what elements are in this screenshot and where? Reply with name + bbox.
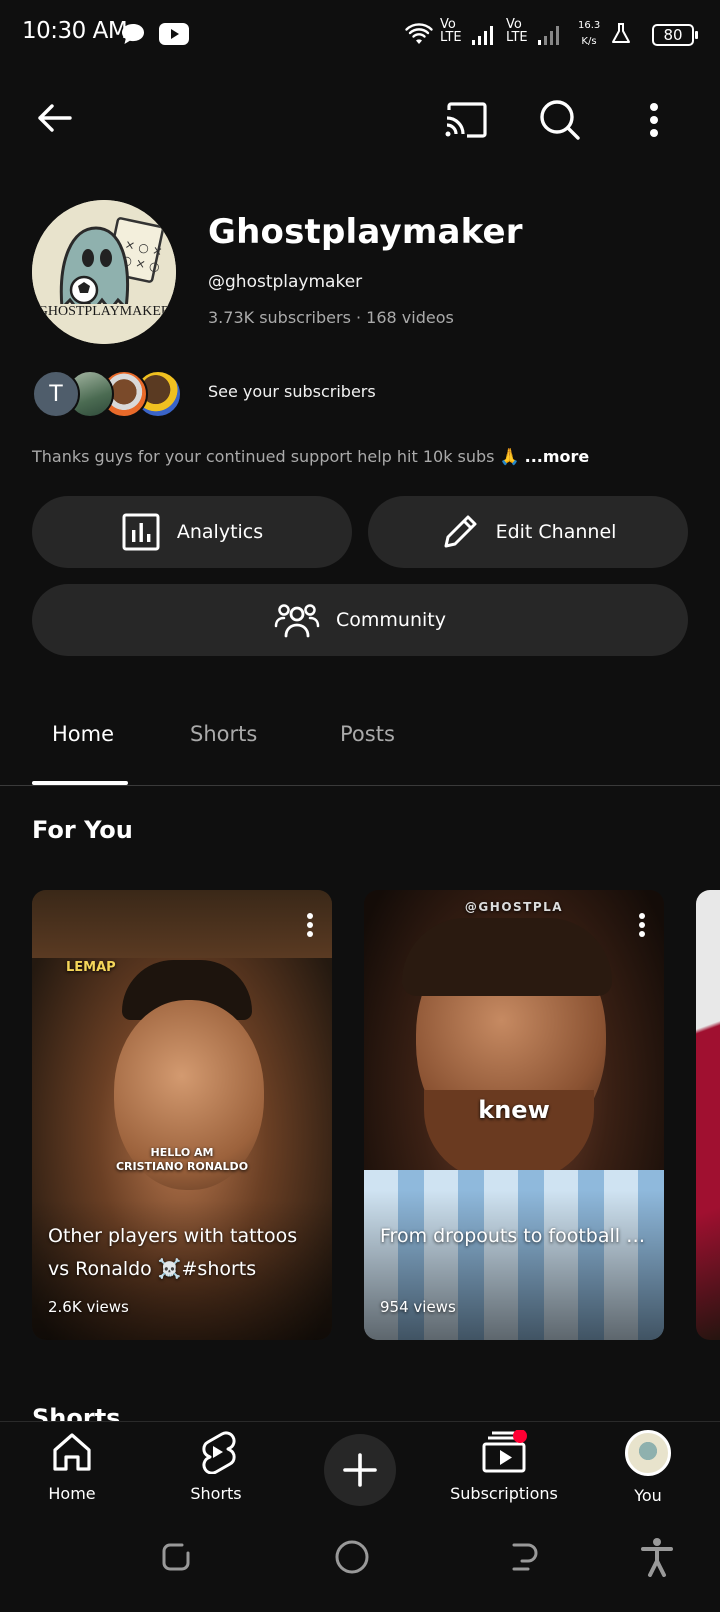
signal-icon-2 xyxy=(536,24,562,50)
nav-shorts[interactable]: Shorts xyxy=(144,1430,288,1503)
edit-channel-label: Edit Channel xyxy=(495,521,617,543)
shorts-icon xyxy=(202,1431,236,1474)
hair-shape xyxy=(402,918,612,996)
circle-icon xyxy=(335,1540,369,1574)
nav-you[interactable]: You xyxy=(576,1430,720,1505)
card-menu-button[interactable] xyxy=(306,912,314,942)
channel-handle: @ghostplaymaker xyxy=(208,272,363,292)
card-views: 2.6K views xyxy=(48,1298,129,1316)
analytics-icon xyxy=(122,513,160,551)
card-title: From dropouts to football icons#shorts#f… xyxy=(380,1225,648,1247)
recents-button[interactable] xyxy=(160,1541,192,1577)
community-icon xyxy=(274,604,320,638)
edit-channel-button[interactable]: Edit Channel xyxy=(368,496,688,568)
cast-icon xyxy=(445,102,487,138)
accessibility-icon xyxy=(641,1538,673,1577)
shorts-card[interactable] xyxy=(696,890,720,1340)
more-link[interactable]: ...more xyxy=(525,447,590,466)
search-icon xyxy=(540,100,580,140)
status-bar: 10:30 AM Vo LTE Vo LTE 16.3 K/s 80 xyxy=(0,0,720,72)
vertical-dots-icon xyxy=(307,913,313,937)
card-overlay-caption: HELLO AM CRISTIANO RONALDO xyxy=(82,1146,282,1174)
card-title: Other players with tattoos vs Ronaldo ☠️… xyxy=(48,1225,298,1280)
arrow-left-icon xyxy=(38,104,72,132)
back-gesture-icon xyxy=(512,1543,538,1571)
analytics-button[interactable]: Analytics xyxy=(32,496,352,568)
flask-icon xyxy=(610,22,632,50)
net-speed: 16.3 K/s xyxy=(578,18,600,50)
card-overlay-tag: @GHOSTPLA xyxy=(464,900,564,914)
battery-indicator: 80 xyxy=(652,24,698,46)
nav-home-label: Home xyxy=(48,1484,96,1503)
nav-you-label: You xyxy=(634,1486,662,1505)
system-navigation xyxy=(0,1521,720,1612)
subscriber-avatar: T xyxy=(32,370,80,418)
network-label-1: Vo LTE xyxy=(440,17,462,45)
search-button[interactable] xyxy=(534,94,586,146)
wifi-icon xyxy=(404,22,434,50)
bottom-navigation: Home Shorts Subscriptions You xyxy=(0,1421,720,1521)
see-subscribers-link[interactable]: See your subscribers xyxy=(208,382,376,401)
subscriber-initial: T xyxy=(49,381,63,407)
pencil-icon xyxy=(444,515,477,548)
card-overlay-caption: knew xyxy=(478,1096,550,1124)
back-button[interactable] xyxy=(30,94,78,142)
card-views: 954 views xyxy=(380,1298,456,1316)
active-tab-indicator xyxy=(32,781,128,785)
more-options-button[interactable] xyxy=(636,94,672,146)
card-frame-top xyxy=(32,890,332,958)
subscriptions-icon xyxy=(482,1430,527,1473)
shorts-card[interactable]: @GHOSTPLA knew From dropouts to football… xyxy=(364,890,664,1340)
status-time: 10:30 AM xyxy=(22,18,128,44)
subscriber-avatars[interactable]: T xyxy=(32,370,192,418)
plus-icon xyxy=(343,1453,377,1487)
nav-subscriptions-label: Subscriptions xyxy=(450,1484,558,1503)
you-avatar xyxy=(625,1430,671,1476)
home-system-button[interactable] xyxy=(334,1539,370,1579)
community-label: Community xyxy=(336,609,446,631)
nav-home[interactable]: Home xyxy=(0,1430,144,1503)
nav-shorts-label: Shorts xyxy=(190,1484,242,1503)
accessibility-button[interactable] xyxy=(640,1537,674,1581)
description-text: Thanks guys for your continued support h… xyxy=(32,447,520,466)
avatar-text: GHOSTPLAYMAKER xyxy=(32,304,176,320)
tab-shorts[interactable]: Shorts xyxy=(190,722,257,746)
nav-subscriptions[interactable]: Subscriptions xyxy=(432,1430,576,1503)
chat-bubble-icon xyxy=(120,22,146,50)
back-system-button[interactable] xyxy=(508,1541,540,1577)
vertical-dots-icon xyxy=(639,913,645,937)
recents-icon xyxy=(162,1543,190,1571)
card-overlay-tag: LEMAP xyxy=(66,960,116,975)
card-shade xyxy=(364,1190,664,1340)
net-speed-unit: K/s xyxy=(581,36,597,47)
channel-tabs: Home Shorts Posts xyxy=(0,700,720,786)
card-overlay-line: CRISTIANO RONALDO xyxy=(115,1160,249,1173)
channel-description[interactable]: Thanks guys for your continued support h… xyxy=(32,447,589,466)
net-speed-value: 16.3 xyxy=(578,20,601,31)
youtube-status-icon xyxy=(158,22,190,50)
channel-name: Ghostplaymaker xyxy=(208,212,523,252)
card-menu-button[interactable] xyxy=(638,912,646,942)
community-button[interactable]: Community xyxy=(32,584,688,656)
home-icon xyxy=(53,1433,91,1471)
ghost-logo-icon: × ○ × ○ × ○ xyxy=(32,200,176,344)
tab-posts[interactable]: Posts xyxy=(340,722,395,746)
card-overlay-line: HELLO AM xyxy=(150,1146,214,1159)
tab-home[interactable]: Home xyxy=(52,722,114,746)
network-label-2: Vo LTE xyxy=(506,17,528,45)
cast-button[interactable] xyxy=(440,94,492,146)
signal-icon-1 xyxy=(470,24,496,50)
create-button[interactable] xyxy=(324,1434,396,1506)
channel-avatar[interactable]: × ○ × ○ × ○ GHOSTPLAYMAKER xyxy=(32,200,176,344)
shorts-card[interactable]: LEMAP HELLO AM CRISTIANO RONALDO Other p… xyxy=(32,890,332,1340)
channel-meta: 3.73K subscribers · 168 videos xyxy=(208,308,454,327)
section-title: For You xyxy=(32,816,133,844)
analytics-label: Analytics xyxy=(176,521,264,543)
vertical-dots-icon xyxy=(650,103,658,137)
